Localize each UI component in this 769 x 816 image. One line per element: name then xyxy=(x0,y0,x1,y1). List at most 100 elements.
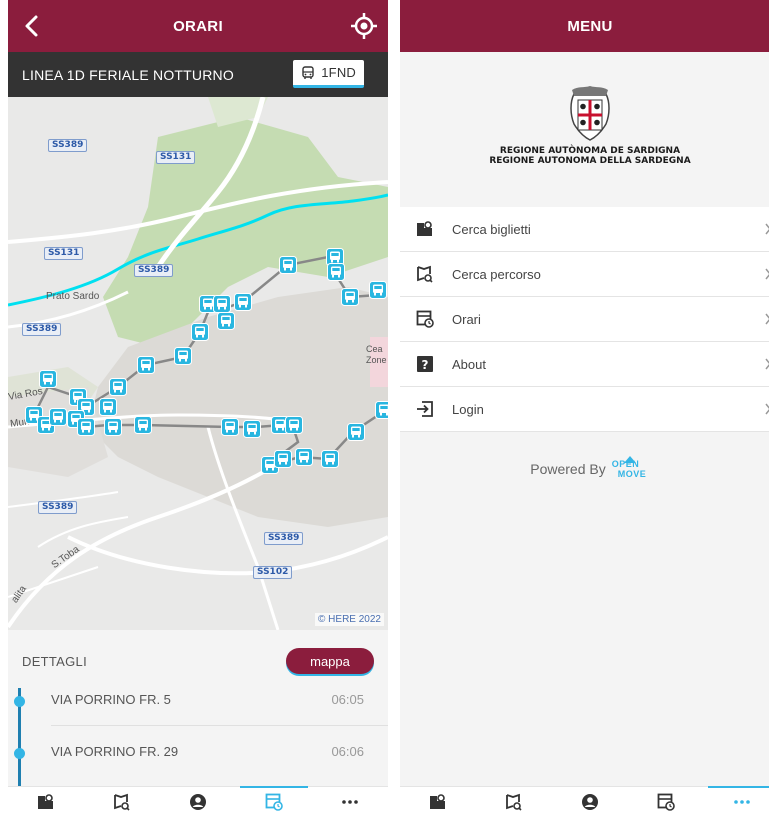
bus-stop-icon[interactable] xyxy=(217,312,235,330)
back-arrow-icon[interactable] xyxy=(18,12,46,40)
route-search-icon xyxy=(506,793,522,811)
nav-route[interactable] xyxy=(476,787,552,816)
stop-row[interactable]: VIA PORRINO FR. 29 06:06 xyxy=(8,734,388,778)
bus-stop-icon[interactable] xyxy=(375,401,388,419)
details-panel: DETTAGLI mappa VIA PORRINO FR. 5 06:05 V… xyxy=(8,630,388,786)
chevron-right-icon xyxy=(765,223,769,235)
nav-tickets[interactable] xyxy=(400,787,476,816)
menu-item-label: Cerca biglietti xyxy=(452,221,531,237)
more-icon xyxy=(342,799,358,804)
bus-stop-icon[interactable] xyxy=(104,418,122,436)
bus-stop-icon[interactable] xyxy=(49,408,67,426)
menu-item-label: Cerca percorso xyxy=(452,266,541,282)
region-name-sardinian: REGIONE AUTÒNOMA DE SARDIGNA xyxy=(499,146,681,156)
more-icon xyxy=(734,799,750,804)
bus-stop-icon[interactable] xyxy=(279,256,297,274)
region-name-italian: REGIONE AUTONOMA DELLA SARDEGNA xyxy=(489,156,691,166)
menu-item-about[interactable]: ? About xyxy=(400,342,769,387)
stop-dot xyxy=(14,696,25,707)
menu-item-route-search[interactable]: Cerca percorso xyxy=(400,252,769,297)
timetable-icon xyxy=(416,310,434,328)
nav-tickets[interactable] xyxy=(8,787,84,816)
nav-timetable[interactable] xyxy=(236,786,312,816)
road-label: SS389 xyxy=(134,264,174,277)
account-icon xyxy=(582,793,598,810)
bus-stop-icon[interactable] xyxy=(295,448,313,466)
timetable-icon xyxy=(657,793,675,811)
line-header: LINEA 1D FERIALE NOTTURNO 1FND xyxy=(8,52,388,97)
nav-more[interactable] xyxy=(704,786,769,816)
timetable-icon xyxy=(265,793,283,811)
sardinia-coat-of-arms-icon xyxy=(570,86,610,141)
bus-stop-icon[interactable] xyxy=(99,398,117,416)
bus-stop-icon[interactable] xyxy=(109,378,127,396)
login-icon xyxy=(417,401,433,417)
menu-list: Cerca biglietti Cerca percorso Orari ? A… xyxy=(400,207,769,432)
bus-stop-icon[interactable] xyxy=(234,293,252,311)
openmove-logo: OPEN MOVE xyxy=(610,455,650,483)
bus-stop-icon[interactable] xyxy=(327,263,345,281)
road-label: SS102 xyxy=(253,566,293,579)
road-label: SS131 xyxy=(44,247,84,260)
bus-stop-icon[interactable] xyxy=(321,450,339,468)
nav-account[interactable] xyxy=(552,787,628,816)
bus-stop-icon[interactable] xyxy=(274,450,292,468)
ticket-search-icon xyxy=(417,221,432,236)
map-button[interactable]: mappa xyxy=(286,648,374,674)
bus-stop-icon[interactable] xyxy=(191,323,209,341)
bus-stop-icon[interactable] xyxy=(243,420,261,438)
question-icon: ? xyxy=(417,356,433,372)
bus-stop-icon[interactable] xyxy=(369,281,387,299)
road-label: SS389 xyxy=(48,139,88,152)
svg-text:?: ? xyxy=(422,358,429,372)
line-badge[interactable]: 1FND xyxy=(293,60,364,88)
locate-icon[interactable] xyxy=(350,12,378,40)
chevron-right-icon xyxy=(765,403,769,415)
stop-row[interactable]: VIA PORRINO FR. 5 06:05 xyxy=(8,682,388,726)
schedule-screen: ORARI LINEA 1D FERIALE NOTTURNO 1FND SS3… xyxy=(8,0,388,816)
powered-by: Powered By OPEN MOVE xyxy=(400,455,769,483)
menu-screen: MENU REGIONE AUTÒNOMA DE SARDIGNA REGION… xyxy=(400,0,769,816)
nav-route[interactable] xyxy=(84,787,160,816)
bus-stop-icon[interactable] xyxy=(285,416,303,434)
stop-time: 06:06 xyxy=(331,744,364,759)
bus-icon xyxy=(302,65,314,79)
stop-name: VIA PORRINO FR. 29 xyxy=(51,744,179,759)
map-copyright: © HERE 2022 xyxy=(315,613,384,626)
details-label: DETTAGLI xyxy=(22,654,88,669)
stop-dot xyxy=(14,748,25,759)
map-button-label: mappa xyxy=(310,653,350,669)
menu-item-ticket-search[interactable]: Cerca biglietti xyxy=(400,207,769,252)
chevron-right-icon xyxy=(765,358,769,370)
bus-stop-icon[interactable] xyxy=(221,418,239,436)
route-search-icon xyxy=(114,793,130,811)
chevron-right-icon xyxy=(765,268,769,280)
bus-stop-icon[interactable] xyxy=(174,347,192,365)
nav-timetable[interactable] xyxy=(628,787,704,816)
menu-item-timetable[interactable]: Orari xyxy=(400,297,769,342)
bus-stop-icon[interactable] xyxy=(134,416,152,434)
account-icon xyxy=(190,793,206,810)
app-bar: MENU xyxy=(400,0,769,52)
road-label: SS131 xyxy=(156,151,196,164)
bus-stop-icon[interactable] xyxy=(137,356,155,374)
road-label: SS389 xyxy=(22,323,62,336)
bus-stop-icon[interactable] xyxy=(213,295,231,313)
menu-item-label: Login xyxy=(452,401,484,417)
menu-item-label: About xyxy=(452,356,486,372)
menu-item-login[interactable]: Login xyxy=(400,387,769,432)
nav-more[interactable] xyxy=(312,787,388,816)
route-map[interactable]: SS389 SS131 SS131 SS389 SS389 SS389 SS38… xyxy=(8,97,388,630)
bus-stop-icon[interactable] xyxy=(77,418,95,436)
bus-stop-icon[interactable] xyxy=(341,288,359,306)
stop-time: 06:05 xyxy=(331,692,364,707)
bottom-nav xyxy=(8,786,388,816)
route-search-icon xyxy=(417,265,433,283)
bus-stop-icon[interactable] xyxy=(347,423,365,441)
bus-stop-icon[interactable] xyxy=(39,370,57,388)
powered-by-text: Powered By xyxy=(530,461,606,477)
openmove-text-top: OPEN xyxy=(611,459,640,469)
nav-account[interactable] xyxy=(160,787,236,816)
page-title: ORARI xyxy=(173,17,223,35)
region-logo: REGIONE AUTÒNOMA DE SARDIGNA REGIONE AUT… xyxy=(400,52,769,206)
